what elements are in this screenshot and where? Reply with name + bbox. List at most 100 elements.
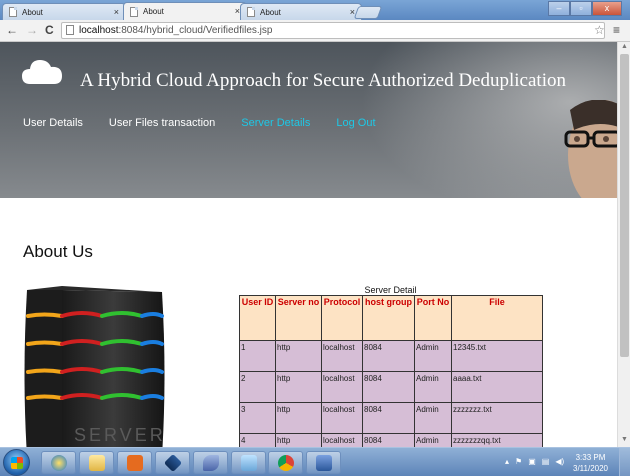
col-host-group: host group: [362, 295, 415, 341]
nav-user-files-transaction[interactable]: User Files transaction: [109, 117, 215, 129]
scrollbar-thumb[interactable]: [620, 54, 629, 357]
windows-taskbar: ▴ ⚑ ▣ ▤ ◀) 3:33 PM 3/11/2020: [0, 447, 630, 476]
person-photo: [564, 100, 617, 198]
url-host: localhost: [79, 25, 119, 36]
taskbar-ie[interactable]: [41, 451, 76, 474]
action-center-icon[interactable]: ⚑: [515, 457, 522, 466]
notes-icon: [240, 454, 257, 471]
taskbar-app-notes[interactable]: [231, 451, 266, 474]
bookmark-star-icon[interactable]: ☆: [594, 23, 605, 37]
cell-file: zzzzzzzqq.txt: [451, 433, 543, 447]
cell-host-group: 8084: [362, 433, 415, 447]
netbeans-icon: [202, 454, 219, 471]
close-window-button[interactable]: x: [592, 1, 622, 16]
cell-user-id: 4: [239, 433, 276, 447]
forward-arrow-icon[interactable]: →: [26, 23, 38, 37]
url-path: :8084/hybrid_cloud/Verifiedfiles.jsp: [118, 25, 273, 36]
window-controls: – ▫ x: [548, 1, 622, 16]
scroll-up-icon[interactable]: ▲: [621, 43, 628, 50]
col-user-id: User ID: [239, 295, 276, 341]
table-row: 2 http localhost 8084 Admin aaaa.txt: [239, 371, 543, 403]
cell-server-no: http: [275, 340, 322, 372]
address-bar[interactable]: localhost:8084/hybrid_cloud/Verifiedfile…: [61, 22, 605, 39]
cell-file: aaaa.txt: [451, 371, 543, 403]
volume-icon[interactable]: ◀): [555, 457, 564, 466]
scroll-down-icon[interactable]: ▼: [621, 436, 628, 443]
page-heading: About Us: [23, 242, 93, 261]
network-icon[interactable]: ▤: [542, 457, 550, 466]
col-port-no: Port No: [414, 295, 452, 341]
back-arrow-icon[interactable]: ←: [6, 23, 18, 37]
cell-port-no: Admin: [414, 371, 452, 403]
server-detail-table: User ID Server no Protocol host group Po…: [239, 295, 543, 447]
app-tray-icon[interactable]: ▣: [528, 457, 536, 466]
col-protocol: Protocol: [321, 295, 363, 341]
browser-menu-icon[interactable]: ≡: [613, 23, 620, 37]
start-button[interactable]: [3, 449, 30, 476]
taskbar-app-cube[interactable]: [155, 451, 190, 474]
page-icon: [9, 7, 17, 17]
word-icon: [315, 454, 332, 471]
col-server-no: Server no: [275, 295, 322, 341]
nav-server-details[interactable]: Server Details: [241, 117, 310, 129]
page-viewport: A Hybrid Cloud Approach for Secure Autho…: [0, 42, 617, 447]
cell-port-no: Admin: [414, 433, 452, 447]
minimize-button[interactable]: –: [548, 1, 570, 16]
address-toolbar: ← → C localhost:8084/hybrid_cloud/Verifi…: [0, 20, 630, 42]
taskbar-chrome[interactable]: [268, 451, 303, 474]
main-nav: User Details User Files transaction Serv…: [23, 117, 402, 129]
cell-host-group: 8084: [362, 402, 415, 434]
taskbar-app-netbeans[interactable]: [193, 451, 228, 474]
cell-port-no: Admin: [414, 402, 452, 434]
nav-user-details[interactable]: User Details: [23, 117, 83, 129]
taskbar-media[interactable]: [117, 451, 152, 474]
tab-label: About: [260, 7, 281, 17]
cell-protocol: localhost: [321, 371, 363, 403]
cell-protocol: localhost: [321, 402, 363, 434]
table-row: 1 http localhost 8084 Admin 12345.txt: [239, 340, 543, 372]
tab-close-icon[interactable]: ×: [114, 7, 119, 17]
site-title: A Hybrid Cloud Approach for Secure Autho…: [80, 70, 566, 91]
page-icon: [247, 7, 255, 17]
cell-file: zzzzzzz.txt: [451, 402, 543, 434]
cell-user-id: 3: [239, 402, 276, 434]
reload-icon[interactable]: C: [45, 23, 54, 37]
tab-about-2[interactable]: About ×: [123, 2, 247, 20]
taskbar-explorer[interactable]: [79, 451, 114, 474]
col-file: File: [451, 295, 543, 341]
page-icon: [130, 6, 138, 17]
internet-explorer-icon: [50, 454, 67, 471]
tab-label: About: [143, 7, 164, 16]
page-icon: [66, 25, 74, 35]
table-header-row: User ID Server no Protocol host group Po…: [239, 295, 543, 341]
cell-file: 12345.txt: [451, 340, 543, 372]
show-hidden-icons-icon[interactable]: ▴: [505, 457, 509, 466]
cloud-icon: [22, 60, 62, 84]
cell-port-no: Admin: [414, 340, 452, 372]
chrome-icon: [277, 454, 294, 471]
clock-date: 3/11/2020: [573, 464, 608, 473]
cell-server-no: http: [275, 433, 322, 447]
tab-about-1[interactable]: About ×: [2, 3, 126, 20]
cell-host-group: 8084: [362, 371, 415, 403]
cell-host-group: 8084: [362, 340, 415, 372]
tab-label: About: [22, 7, 43, 17]
new-tab-button[interactable]: [353, 6, 383, 19]
tab-strip: About × About × About × – ▫ x: [0, 0, 630, 20]
show-desktop-button[interactable]: [619, 448, 630, 476]
taskbar-word[interactable]: [306, 451, 341, 474]
cell-user-id: 1: [239, 340, 276, 372]
server-label: SERVER: [74, 425, 166, 445]
system-tray: ▴ ⚑ ▣ ▤ ◀): [505, 457, 564, 466]
media-player-icon: [126, 454, 143, 471]
maximize-button[interactable]: ▫: [570, 1, 592, 16]
nav-log-out[interactable]: Log Out: [336, 117, 375, 129]
taskbar-clock[interactable]: 3:33 PM 3/11/2020: [573, 452, 608, 474]
clock-time: 3:33 PM: [575, 453, 606, 462]
server-rack-image: SERVER: [24, 286, 166, 447]
table-row: 4 http localhost 8084 Admin zzzzzzzqq.tx…: [239, 433, 543, 447]
tab-about-3[interactable]: About ×: [240, 3, 362, 20]
cube-icon: [163, 453, 182, 472]
vertical-scrollbar[interactable]: ▲ ▼: [617, 42, 630, 447]
cell-protocol: localhost: [321, 340, 363, 372]
